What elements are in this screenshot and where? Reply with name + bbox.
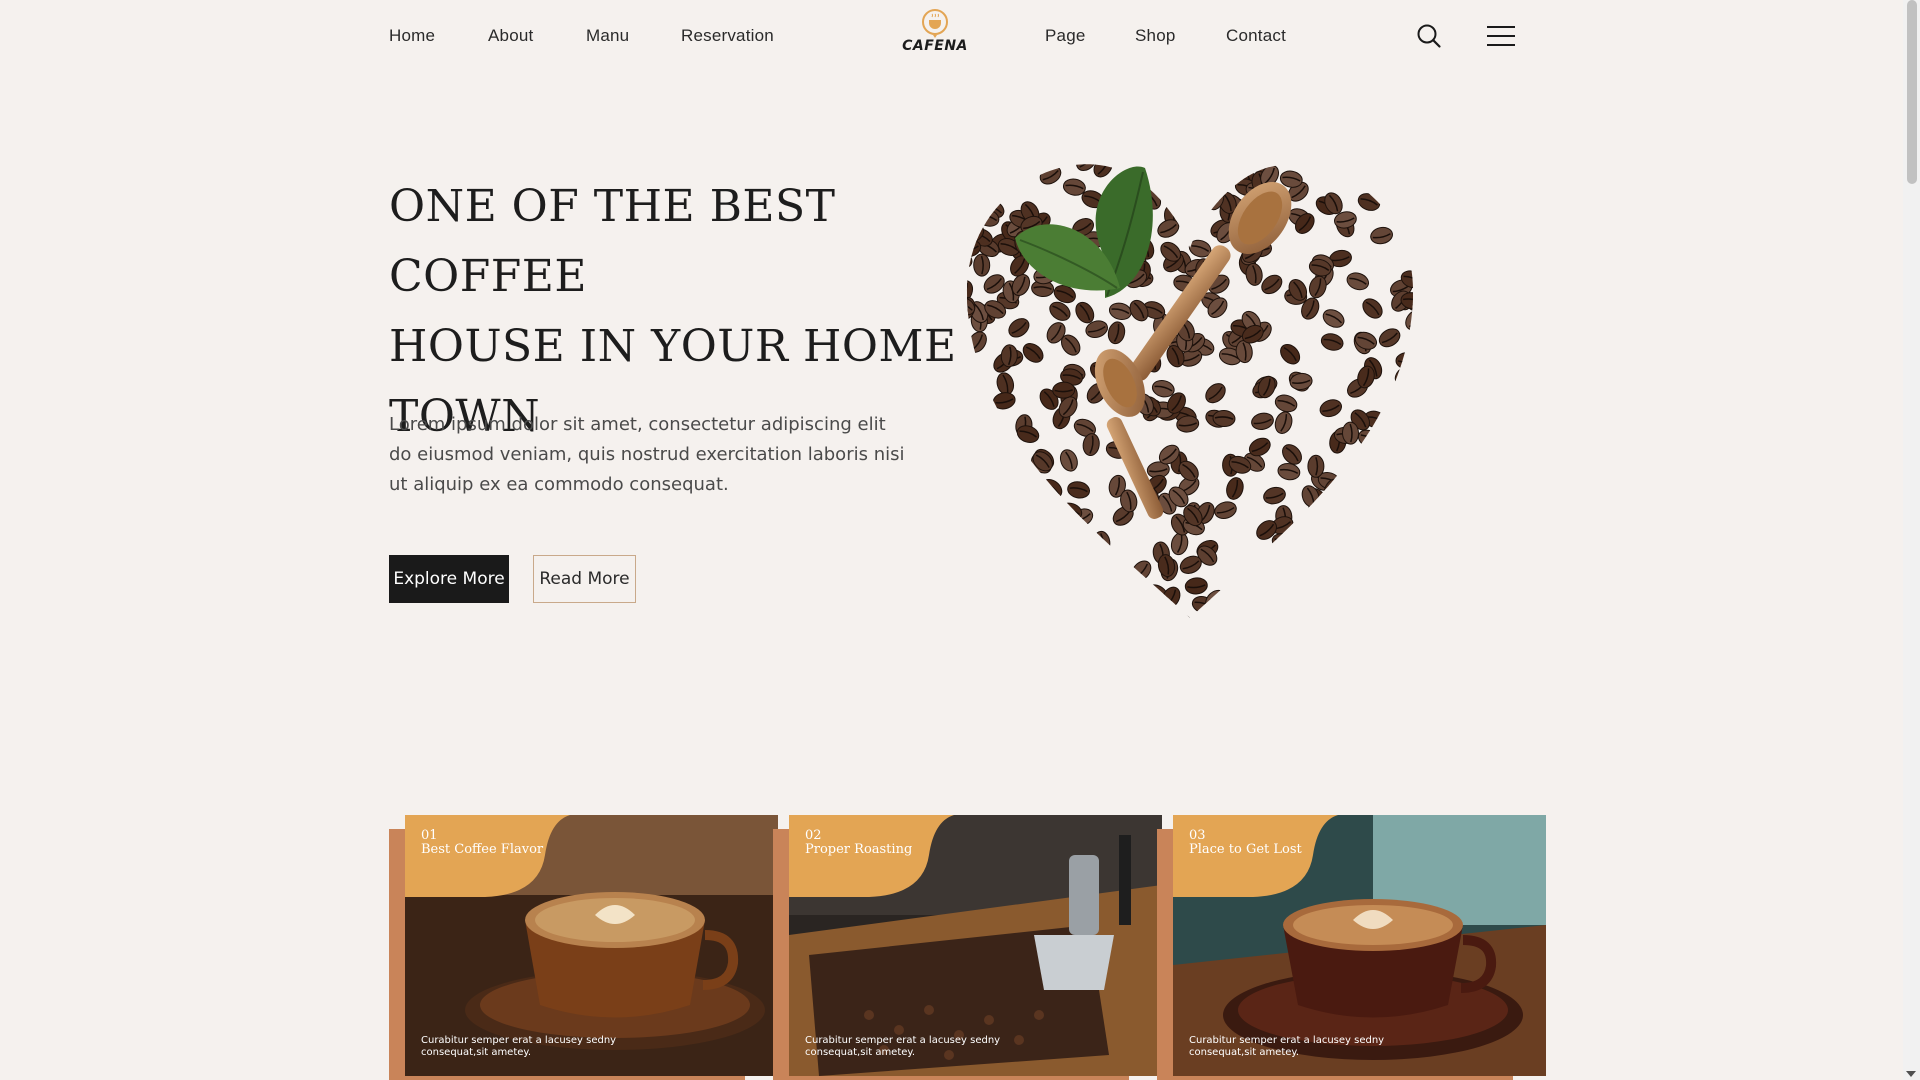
scroll-down-arrow-icon[interactable]: [1906, 1071, 1916, 1077]
coffee-bean-heart-image: [966, 164, 1414, 618]
top-navigation: Home About Manu Reservation CAFENA Page …: [0, 0, 1920, 72]
scrollbar-thumb[interactable]: [1907, 0, 1917, 184]
menu-icon[interactable]: [1484, 20, 1518, 52]
read-more-button[interactable]: Read More: [533, 555, 636, 603]
logo-text: CAFENA: [902, 38, 968, 54]
cup-logo-icon: [922, 9, 948, 38]
nav-link-home[interactable]: Home: [389, 26, 435, 46]
hero-title-line: ONE OF THE BEST COFFEE: [389, 181, 836, 302]
feature-card[interactable]: 02 Proper Roasting Curabitur semper erat…: [773, 815, 1162, 1080]
card-description: Curabitur semper erat a lacusey sedny co…: [1189, 1035, 1385, 1058]
card-number: 02: [805, 828, 822, 843]
coffee-beans: [966, 164, 1414, 618]
explore-more-button[interactable]: Explore More: [389, 555, 509, 603]
card-title: Place to Get Lost: [1189, 842, 1302, 857]
nav-link-manu[interactable]: Manu: [586, 26, 629, 46]
page-scrollbar[interactable]: [1903, 0, 1920, 1080]
nav-link-about[interactable]: About: [488, 26, 533, 46]
card-description: Curabitur semper erat a lacusey sedny co…: [805, 1035, 1001, 1058]
card-title: Best Coffee Flavor: [421, 842, 544, 857]
hero-description: Lorem ipsum dolor sit amet, consectetur …: [389, 414, 905, 495]
card-number: 03: [1189, 828, 1206, 843]
nav-link-reservation[interactable]: Reservation: [681, 26, 774, 46]
search-icon[interactable]: [1413, 20, 1445, 52]
nav-link-page[interactable]: Page: [1045, 26, 1086, 46]
card-title: Proper Roasting: [805, 842, 913, 857]
nav-link-shop[interactable]: Shop: [1135, 26, 1176, 46]
nav-link-contact[interactable]: Contact: [1226, 26, 1286, 46]
feature-card[interactable]: 01 Best Coffee Flavor Curabitur semper e…: [389, 815, 778, 1080]
hero-title-line: HOUSE IN YOUR HOME: [389, 321, 957, 372]
logo[interactable]: CAFENA: [900, 8, 970, 66]
card-description: Curabitur semper erat a lacusey sedny co…: [421, 1035, 617, 1058]
feature-card[interactable]: 03 Place to Get Lost Curabitur semper er…: [1157, 815, 1546, 1080]
card-number: 01: [421, 828, 438, 843]
